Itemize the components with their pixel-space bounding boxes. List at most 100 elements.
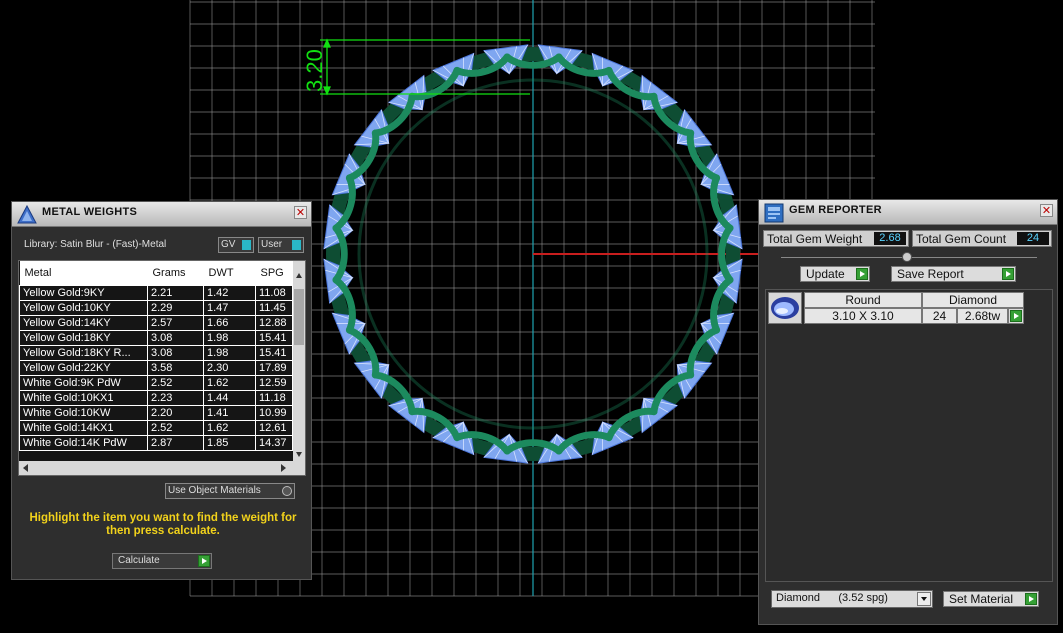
- set-material-button[interactable]: Set Material: [943, 591, 1039, 607]
- table-row[interactable]: White Gold:10KW 2.20 1.41 10.99: [19, 405, 293, 421]
- cell-grams: 3.08: [147, 330, 204, 346]
- use-object-materials-label: Use Object Materials: [168, 485, 261, 496]
- cell-dwt: 1.62: [203, 420, 256, 436]
- splitter-knob[interactable]: [902, 252, 912, 262]
- user-toggle-indicator: [292, 240, 301, 250]
- table-row[interactable]: White Gold:10KX1 2.23 1.44 11.18: [19, 390, 293, 406]
- vertical-scrollbar[interactable]: [293, 261, 305, 461]
- dropdown-arrow-icon[interactable]: [917, 592, 931, 606]
- gem-size: 3.10 X 3.10: [804, 308, 922, 324]
- scroll-down-icon[interactable]: [296, 452, 302, 457]
- cell-grams: 2.87: [147, 435, 204, 451]
- cell-metal: Yellow Gold:18KY R...: [19, 345, 148, 361]
- table-row[interactable]: Yellow Gold:18KY 3.08 1.98 15.41: [19, 330, 293, 346]
- cell-dwt: 1.44: [203, 390, 256, 406]
- column-header-spg[interactable]: SPG: [255, 261, 293, 286]
- column-header-dwt[interactable]: DWT: [203, 261, 256, 286]
- total-gem-weight-group: Total Gem Weight 2.68: [763, 230, 909, 247]
- cell-dwt: 1.42: [203, 285, 256, 301]
- cell-dwt: 1.98: [203, 330, 256, 346]
- cell-dwt: 1.66: [203, 315, 256, 331]
- gem-detail-button[interactable]: [1008, 308, 1024, 324]
- column-header-metal[interactable]: Metal: [19, 261, 148, 286]
- cell-spg: 17.89: [255, 360, 293, 376]
- close-icon[interactable]: ✕: [1040, 204, 1053, 217]
- metal-weights-title: METAL WEIGHTS: [42, 206, 138, 218]
- total-gem-weight-value: 2.68: [874, 232, 906, 245]
- cell-dwt: 1.98: [203, 345, 256, 361]
- table-row[interactable]: White Gold:14K PdW 2.87 1.85 14.37: [19, 435, 293, 451]
- gem-list-row[interactable]: Round Diamond 3.10 X 3.10 24 2.68tw: [768, 292, 1030, 326]
- cell-metal: Yellow Gold:10KY: [19, 300, 148, 316]
- cell-metal: White Gold:10KW: [19, 405, 148, 421]
- metal-weights-titlebar[interactable]: METAL WEIGHTS ✕: [12, 202, 311, 227]
- metal-table-container: Metal Grams DWT SPG Yellow Gold:9KY 2.21 1…: [18, 260, 306, 476]
- material-select-value: Diamond (3.52 spg): [776, 592, 888, 604]
- library-label: Library: Satin Blur - (Fast)-Metal: [24, 239, 167, 250]
- cell-dwt: 2.30: [203, 360, 256, 376]
- cell-spg: 11.45: [255, 300, 293, 316]
- table-row[interactable]: Yellow Gold:22KY 3.58 2.30 17.89: [19, 360, 293, 376]
- total-gem-count-value: 24: [1017, 232, 1049, 245]
- scroll-thumb[interactable]: [294, 289, 304, 345]
- update-label: Update: [806, 267, 845, 281]
- cell-spg: 12.61: [255, 420, 293, 436]
- horizontal-scrollbar[interactable]: [19, 461, 305, 475]
- save-report-label: Save Report: [897, 267, 964, 281]
- cell-grams: 2.52: [147, 375, 204, 391]
- gem-reporter-title: GEM REPORTER: [789, 204, 882, 216]
- gem-reporter-titlebar[interactable]: GEM REPORTER ✕: [759, 200, 1057, 225]
- cell-dwt: 1.62: [203, 375, 256, 391]
- calculate-button[interactable]: Calculate: [112, 553, 212, 569]
- cell-spg: 14.37: [255, 435, 293, 451]
- table-row[interactable]: Yellow Gold:14KY 2.57 1.66 12.88: [19, 315, 293, 331]
- cell-spg: 12.59: [255, 375, 293, 391]
- gem-weight: 2.68tw: [957, 308, 1008, 324]
- go-arrow-icon: [1010, 310, 1022, 322]
- scroll-right-icon[interactable]: [281, 464, 286, 472]
- metal-weights-panel: METAL WEIGHTS ✕ Library: Satin Blur - (F…: [11, 201, 312, 580]
- scroll-up-icon[interactable]: [296, 273, 302, 278]
- use-object-materials-toggle[interactable]: Use Object Materials: [165, 483, 295, 499]
- cell-metal: Yellow Gold:14KY: [19, 315, 148, 331]
- gem-count: 24: [922, 308, 957, 324]
- gem-reporter-app-icon: [764, 203, 784, 223]
- round-gem-thumbnail-icon: [768, 292, 802, 324]
- go-arrow-icon: [856, 268, 868, 280]
- column-header-grams[interactable]: Grams: [147, 261, 204, 286]
- cell-spg: 11.08: [255, 285, 293, 301]
- scroll-left-icon[interactable]: [23, 464, 28, 472]
- go-arrow-icon: [1002, 268, 1014, 280]
- update-button[interactable]: Update: [800, 266, 870, 282]
- set-material-label: Set Material: [949, 592, 1014, 606]
- calculate-label: Calculate: [118, 555, 160, 566]
- go-arrow-icon: [1025, 593, 1037, 605]
- gem-shape: Round: [804, 292, 922, 308]
- cell-metal: White Gold:9K PdW: [19, 375, 148, 391]
- table-row[interactable]: Yellow Gold:9KY 2.21 1.42 11.08: [19, 285, 293, 301]
- save-report-button[interactable]: Save Report: [891, 266, 1016, 282]
- close-icon[interactable]: ✕: [294, 206, 307, 219]
- material-select[interactable]: Diamond (3.52 spg): [771, 590, 933, 608]
- cell-grams: 3.08: [147, 345, 204, 361]
- total-gem-count-label: Total Gem Count: [916, 232, 1007, 246]
- table-row[interactable]: Yellow Gold:18KY R... 3.08 1.98 15.41: [19, 345, 293, 361]
- cell-grams: 2.21: [147, 285, 204, 301]
- cell-spg: 12.88: [255, 315, 293, 331]
- table-row[interactable]: Yellow Gold:10KY 2.29 1.47 11.45: [19, 300, 293, 316]
- cell-grams: 2.52: [147, 420, 204, 436]
- gv-toggle-indicator: [242, 240, 251, 250]
- metal-weights-app-icon: [17, 204, 37, 224]
- radio-icon: [282, 486, 292, 496]
- cell-spg: 15.41: [255, 330, 293, 346]
- table-row[interactable]: White Gold:9K PdW 2.52 1.62 12.59: [19, 375, 293, 391]
- cell-metal: Yellow Gold:9KY: [19, 285, 148, 301]
- cell-grams: 2.20: [147, 405, 204, 421]
- cell-spg: 11.18: [255, 390, 293, 406]
- gv-toggle[interactable]: GV: [218, 237, 254, 253]
- cell-grams: 2.23: [147, 390, 204, 406]
- gem-reporter-panel: GEM REPORTER ✕ Total Gem Weight 2.68 Tot…: [758, 199, 1058, 625]
- cell-dwt: 1.41: [203, 405, 256, 421]
- user-toggle[interactable]: User: [258, 237, 304, 253]
- table-row[interactable]: White Gold:14KX1 2.52 1.62 12.61: [19, 420, 293, 436]
